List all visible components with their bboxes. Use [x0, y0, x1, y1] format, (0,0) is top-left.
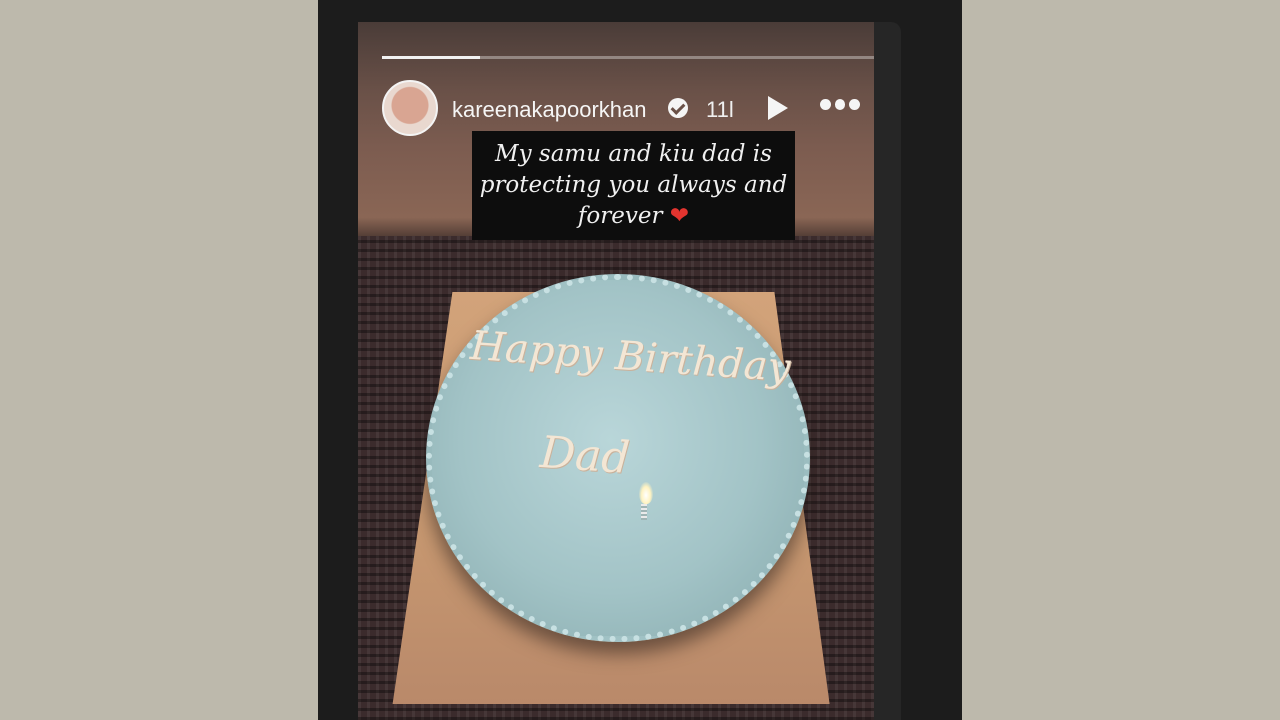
story-time: 11l [706, 97, 734, 122]
candle-flame [639, 482, 653, 504]
verified-icon [668, 98, 688, 118]
story-progress-bar [382, 56, 874, 59]
story-username[interactable]: kareenakapoorkhan [452, 97, 646, 123]
screenshot-overlay: Happy Birthday Dad kareenakapoorkhan 11l… [318, 0, 962, 720]
caption-line1: My samu and kiu dad is [495, 141, 772, 167]
candle [641, 504, 647, 520]
caption-line2: protecting you always and [479, 172, 788, 198]
avatar[interactable] [382, 80, 438, 136]
caption-line3-text: forever [577, 203, 663, 229]
more-dot [849, 99, 861, 110]
caption-line3: forever ❤ [472, 201, 795, 232]
heart-emoji: ❤ [669, 203, 690, 229]
cake-text-line2: Dad [538, 426, 632, 485]
story-caption: My samu and kiu dad is protecting you al… [472, 131, 795, 240]
story-header: kareenakapoorkhan 11l [382, 80, 874, 138]
play-icon[interactable] [766, 96, 790, 120]
story-progress-fill [382, 56, 481, 59]
more-dot [834, 99, 846, 110]
more-dot [820, 99, 831, 110]
more-icon[interactable] [820, 99, 861, 111]
